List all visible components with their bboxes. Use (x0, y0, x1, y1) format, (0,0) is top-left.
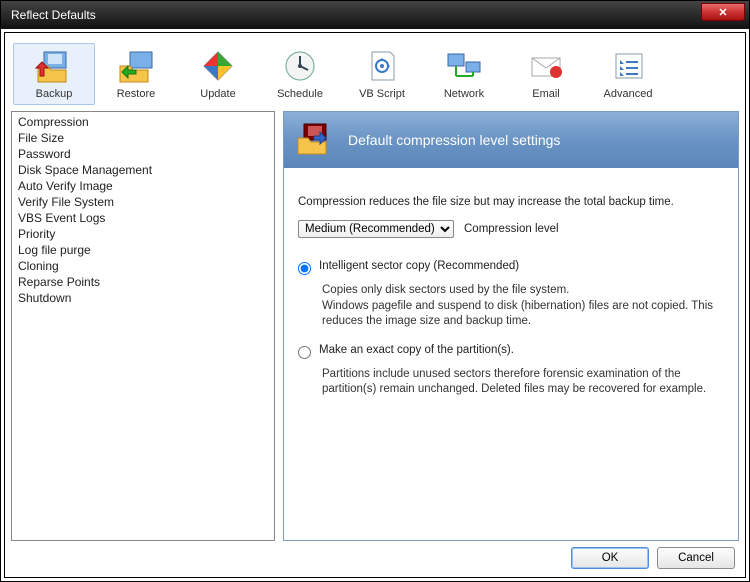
radio-intelligent-desc: Copies only disk sectors used by the fil… (322, 283, 724, 330)
window-title: Reflect Defaults (5, 8, 701, 22)
toolbar-schedule[interactable]: Schedule (259, 43, 341, 105)
toolbar-vbscript[interactable]: VB Script (341, 43, 423, 105)
footer: OK Cancel (11, 541, 739, 571)
sidebar-item-vbslogs[interactable]: VBS Event Logs (12, 210, 274, 226)
sidebar-item-diskspace[interactable]: Disk Space Management (12, 162, 274, 178)
sidebar-item-priority[interactable]: Priority (12, 226, 274, 242)
ok-button[interactable]: OK (571, 547, 649, 569)
main-header: Default compression level settings (284, 112, 738, 168)
close-icon: ✕ (718, 6, 727, 19)
sidebar-item-autoverify[interactable]: Auto Verify Image (12, 178, 274, 194)
email-icon (526, 48, 566, 84)
radio-intelligent-label: Intelligent sector copy (Recommended) (319, 260, 519, 272)
radio-exact[interactable]: Make an exact copy of the partition(s). (298, 344, 724, 359)
radio-exact-label: Make an exact copy of the partition(s). (319, 344, 514, 356)
radio-intelligent[interactable]: Intelligent sector copy (Recommended) (298, 260, 724, 275)
header-icon (296, 122, 334, 158)
toolbar-label: Network (444, 88, 484, 100)
toolbar-advanced[interactable]: Advanced (587, 43, 669, 105)
compression-level-label: Compression level (464, 223, 559, 235)
sidebar-item-reparse[interactable]: Reparse Points (12, 274, 274, 290)
sidebar-item-compression[interactable]: Compression (12, 114, 274, 130)
toolbar-label: Email (532, 88, 560, 100)
restore-icon (116, 48, 156, 84)
radio-exact-desc: Partitions include unused sectors theref… (322, 367, 724, 398)
main-header-title: Default compression level settings (348, 132, 560, 148)
radio-intelligent-input[interactable] (298, 262, 311, 275)
update-icon (198, 48, 238, 84)
sidebar[interactable]: Compression File Size Password Disk Spac… (11, 111, 275, 541)
toolbar-email[interactable]: Email (505, 43, 587, 105)
toolbar-label: Advanced (604, 88, 653, 100)
description-text: Compression reduces the file size but ma… (298, 196, 724, 208)
sidebar-item-filesize[interactable]: File Size (12, 130, 274, 146)
sidebar-item-verifyfs[interactable]: Verify File System (12, 194, 274, 210)
vbscript-icon (362, 48, 402, 84)
close-button[interactable]: ✕ (701, 3, 745, 21)
content-row: Compression File Size Password Disk Spac… (11, 111, 739, 541)
toolbar-network[interactable]: Network (423, 43, 505, 105)
sidebar-item-shutdown[interactable]: Shutdown (12, 290, 274, 306)
toolbar-label: Schedule (277, 88, 323, 100)
toolbar-restore[interactable]: Restore (95, 43, 177, 105)
toolbar-label: Restore (117, 88, 156, 100)
toolbar-label: Update (200, 88, 235, 100)
compression-level-combo[interactable]: Medium (Recommended) (298, 220, 454, 238)
sidebar-item-password[interactable]: Password (12, 146, 274, 162)
cancel-button[interactable]: Cancel (657, 547, 735, 569)
sidebar-item-logpurge[interactable]: Log file purge (12, 242, 274, 258)
toolbar: Backup Restore Update Schedule (11, 39, 739, 111)
schedule-icon (280, 48, 320, 84)
titlebar: Reflect Defaults ✕ (1, 1, 749, 29)
advanced-icon (608, 48, 648, 84)
main-body: Compression reduces the file size but ma… (284, 168, 738, 422)
main-panel: Default compression level settings Compr… (283, 111, 739, 541)
toolbar-label: VB Script (359, 88, 405, 100)
backup-icon (34, 48, 74, 84)
network-icon (444, 48, 484, 84)
sidebar-item-cloning[interactable]: Cloning (12, 258, 274, 274)
toolbar-update[interactable]: Update (177, 43, 259, 105)
radio-exact-input[interactable] (298, 346, 311, 359)
content: Backup Restore Update Schedule (4, 32, 746, 578)
window: Reflect Defaults ✕ Backup Restore Upd (0, 0, 750, 582)
toolbar-label: Backup (36, 88, 73, 100)
toolbar-backup[interactable]: Backup (13, 43, 95, 105)
compression-row: Medium (Recommended) Compression level (298, 220, 724, 238)
